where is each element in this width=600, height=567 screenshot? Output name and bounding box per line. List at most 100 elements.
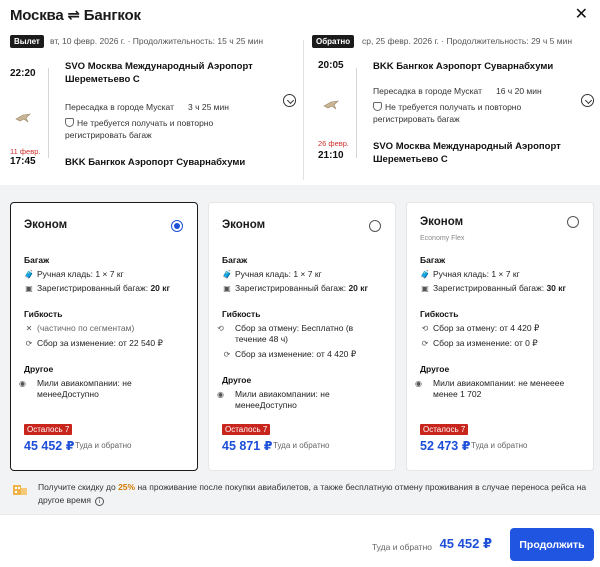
- total-price: 45 452 ₽: [439, 536, 492, 551]
- outbound-arr-date: 11 февр.: [10, 147, 41, 156]
- fare-card-3[interactable]: Эконом Economy Flex Багаж 🧳 Ручная кладь:…: [406, 202, 594, 471]
- remaining-badge: Осталось 7: [24, 424, 73, 435]
- itinerary: Вылет вт, 10 февр. 2026 г. · Продолжител…: [0, 30, 600, 180]
- change-icon: ⟳: [223, 350, 231, 359]
- expand-chevron-icon[interactable]: [581, 94, 594, 107]
- continue-button[interactable]: Продолжить: [510, 528, 594, 561]
- other-label: Другое: [420, 364, 450, 374]
- miles-row: ◉ Мили авиакомпании: не менееДоступно: [19, 378, 132, 399]
- promo-text: Получите скидку до 25% на проживание пос…: [38, 482, 587, 506]
- miles-icon: ◉: [415, 379, 422, 388]
- bag-icon: 🧳: [420, 270, 430, 279]
- transfer-duration: 16 ч 20 мин: [495, 86, 542, 96]
- inbound-arr-date: 26 февр.: [318, 139, 350, 148]
- inbound-transfer: Пересадка в городе Мускат 16 ч 20 мин: [373, 86, 542, 96]
- footer-bar: Туда и обратно 45 452 ₽ Продолжить: [0, 514, 600, 567]
- change-icon: ⟳: [25, 339, 33, 348]
- checked-bag-row: ▣ Зарегистрированный багаж: 30 кг: [421, 283, 567, 293]
- fare-title: Эконом: [24, 219, 68, 231]
- total-label: Туда и обратно: [371, 542, 432, 552]
- suitcase-icon: ▣: [421, 284, 429, 293]
- refund-icon: ⟲: [217, 324, 224, 333]
- flex-row-1: ⟲ Сбор за отмену: Бесплатно (в течение 48…: [217, 323, 354, 344]
- outbound-transfer: Пересадка в городе Мускат 3 ч 25 мин: [65, 102, 229, 112]
- flex-label: Гибкость: [420, 309, 459, 319]
- fare-radio[interactable]: [171, 220, 183, 232]
- inbound-dep-time: 20:05: [318, 60, 344, 71]
- carry-on-row: 🧳 Ручная кладь: 1 × 7 кг: [24, 269, 124, 279]
- bag-icon: 🧳: [222, 270, 232, 279]
- outbound-arr-airport: BKK Бангкок Аэропорт Суварнабхуми: [65, 157, 246, 168]
- miles-row: ◉ Мили авиакомпании: не менееее менее 1 7…: [415, 378, 565, 399]
- route-line: [48, 68, 49, 158]
- flex-row-2: ⟳ Сбор за изменение: от 22 540 ₽: [25, 338, 163, 348]
- fare-card-1[interactable]: Эконом Багаж 🧳 Ручная кладь: 1 × 7 кг ▣ За…: [10, 202, 198, 471]
- outbound-arr-time: 17:45: [10, 156, 36, 167]
- shield-icon: [373, 102, 382, 111]
- miles-icon: ◉: [19, 379, 26, 388]
- flex-label: Гибкость: [24, 309, 63, 319]
- outbound-badge: Вылет: [10, 35, 44, 48]
- miles-icon: ◉: [217, 390, 224, 399]
- fare-price: 45 871 ₽: [222, 439, 273, 453]
- airline-logo-icon: [15, 113, 31, 123]
- other-label: Другое: [24, 364, 54, 374]
- remaining-badge: Осталось 7: [420, 424, 469, 435]
- flex-row-2: ⟳ Сбор за изменение: от 0 ₽: [421, 338, 538, 348]
- carry-on-row: 🧳 Ручная кладь: 1 × 7 кг: [420, 269, 520, 279]
- baggage-note: Не требуется получать и повторно регистр…: [373, 102, 522, 124]
- flex-row-1: ⟲ Сбор за отмену: от 4 420 ₽: [421, 323, 540, 333]
- hotel-icon: [13, 485, 27, 495]
- miles-row: ◉ Мили авиакомпании: не менееДоступно: [217, 389, 330, 410]
- fare-card-2[interactable]: Эконом Багаж 🧳 Ручная кладь: 1 × 7 кг ▣ За…: [208, 202, 396, 471]
- fare-title: Эконом: [222, 219, 266, 231]
- checked-bag-row: ▣ Зарегистрированный багаж: 20 кг: [223, 283, 369, 293]
- divider: [303, 40, 304, 180]
- fare-price: 45 452 ₽: [24, 439, 75, 453]
- carry-on-row: 🧳 Ручная кладь: 1 × 7 кг: [222, 269, 322, 279]
- refund-icon: ⟲: [421, 324, 429, 333]
- airline-logo-icon: [323, 100, 339, 110]
- transfer-city: Пересадка в городе Мускат: [65, 102, 174, 112]
- suitcase-icon: ▣: [25, 284, 33, 293]
- other-label: Другое: [222, 375, 252, 385]
- fare-subtitle: Economy Flex: [420, 235, 465, 242]
- baggage-label: Багаж: [420, 255, 446, 265]
- baggage-label: Багаж: [24, 255, 50, 265]
- baggage-label: Багаж: [222, 255, 248, 265]
- inbound-arr-airport: SVO Москва Международный Аэропорт Шереме…: [373, 141, 561, 165]
- transfer-city: Пересадка в городе Мускат: [373, 86, 482, 96]
- inbound-arr-time: 21:10: [318, 150, 344, 161]
- bag-icon: 🧳: [24, 270, 34, 279]
- checked-bag-row: ▣ Зарегистрированный багаж: 20 кг: [25, 283, 171, 293]
- baggage-note: Не требуется получать и повторно регистр…: [65, 118, 214, 140]
- fare-title: Эконом: [420, 216, 464, 228]
- info-icon[interactable]: i: [95, 497, 104, 506]
- change-icon: ⟳: [421, 339, 429, 348]
- inbound-meta: ср, 25 февр. 2026 г. · Продолжительность…: [362, 36, 573, 46]
- outbound-leg: Вылет вт, 10 февр. 2026 г. · Продолжител…: [10, 30, 300, 180]
- outbound-dep-airport: SVO Москва Международный Аэропорт Шереме…: [65, 61, 253, 85]
- route-line: [356, 68, 357, 158]
- flex-row-2: ⟳ Сбор за изменение: от 4 420 ₽: [223, 349, 357, 359]
- price-note: Туда и обратно: [75, 441, 132, 450]
- inbound-dep-airport: BKK Бангкок Аэропорт Суварнабхуми: [373, 61, 554, 72]
- fare-radio[interactable]: [369, 220, 381, 232]
- outbound-dep-time: 22:20: [10, 68, 36, 79]
- flex-label: Гибкость: [222, 309, 261, 319]
- inbound-leg: Обратно ср, 25 февр. 2026 г. · Продолжит…: [312, 30, 600, 180]
- outbound-meta: вт, 10 февр. 2026 г. · Продолжительность…: [50, 36, 264, 46]
- suitcase-icon: ▣: [223, 284, 231, 293]
- flex-row-1: ✕ (частично по сегментам): [25, 323, 135, 333]
- modal-title: Москва ⇌ Бангкок: [10, 7, 141, 24]
- price-note: Туда и обратно: [471, 441, 528, 450]
- remaining-badge: Осталось 7: [222, 424, 271, 435]
- expand-chevron-icon[interactable]: [283, 94, 296, 107]
- inbound-badge: Обратно: [312, 35, 355, 48]
- price-note: Туда и обратно: [273, 441, 330, 450]
- close-icon[interactable]: ✕: [575, 7, 588, 23]
- fare-radio[interactable]: [567, 216, 579, 228]
- cross-icon: ✕: [25, 324, 33, 333]
- fare-price: 52 473 ₽: [420, 439, 471, 453]
- transfer-duration: 3 ч 25 мин: [187, 102, 229, 112]
